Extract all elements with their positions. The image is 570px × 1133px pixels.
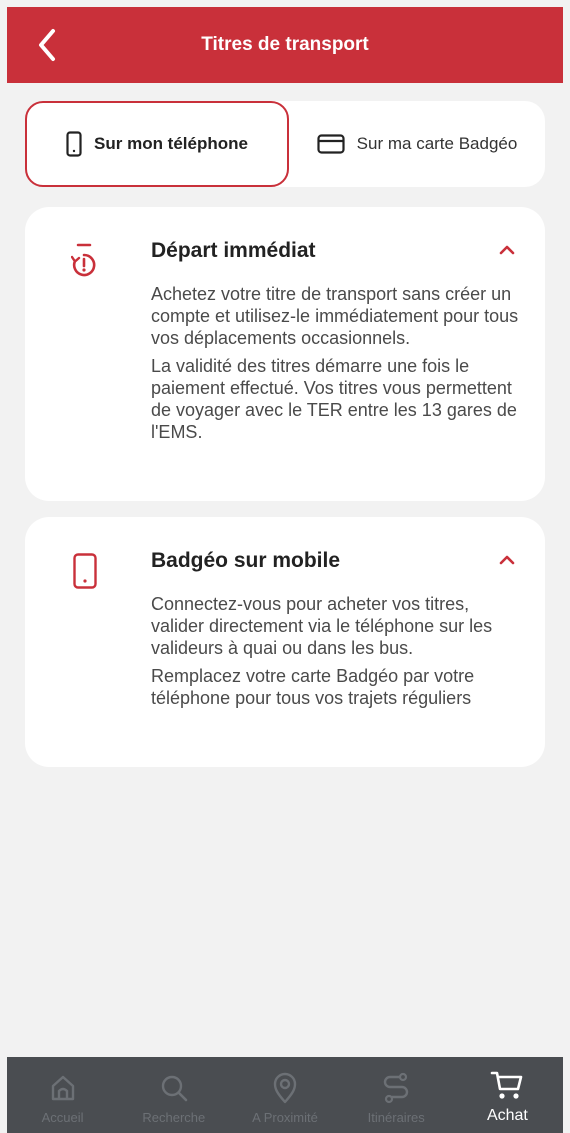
segment-card-option[interactable]: Sur ma carte Badgéo (289, 101, 545, 187)
top-bar: Titres de transport (7, 7, 563, 83)
segment-phone-option[interactable]: Sur mon téléphone (25, 101, 289, 187)
mobile-icon (73, 553, 97, 594)
tab-achat[interactable]: Achat (452, 1057, 563, 1133)
home-icon (48, 1070, 78, 1106)
tab-accueil[interactable]: Accueil (7, 1057, 118, 1133)
phone-icon (66, 131, 82, 157)
card-description: Achetez votre titre de transport sans cr… (151, 283, 525, 449)
chevron-up-icon (499, 555, 515, 565)
card-immediate-departure: Départ immédiat Achetez votre titre de t… (25, 207, 545, 501)
location-pin-icon (272, 1070, 298, 1106)
search-icon (159, 1070, 189, 1106)
card-title: Badgéo sur mobile (151, 549, 341, 572)
card-badgeo-mobile: Badgéo sur mobile Connectez-vous pour ac… (25, 517, 545, 767)
card-paragraph: Connectez-vous pour acheter vos titres, … (151, 594, 493, 658)
card-paragraph: La validité des titres démarre une fois … (151, 356, 517, 442)
timer-icon (70, 243, 97, 286)
page-title: Titres de transport (201, 34, 369, 55)
route-icon (381, 1070, 411, 1106)
card-paragraph: Achetez votre titre de transport sans cr… (151, 284, 519, 348)
app-screen: Titres de transport Sur mon téléphone Su… (7, 7, 563, 1133)
bottom-tab-bar: Accueil Recherche A Proximité Itinéraire… (7, 1057, 563, 1133)
tab-label: A Proximité (252, 1110, 318, 1125)
tab-a-proximite[interactable]: A Proximité (229, 1057, 340, 1133)
tab-recherche[interactable]: Recherche (118, 1057, 229, 1133)
card-description: Connectez-vous pour acheter vos titres, … (151, 593, 525, 715)
chevron-up-icon (499, 245, 515, 255)
segment-phone-label: Sur mon téléphone (94, 134, 248, 153)
tab-itineraires[interactable]: Itinéraires (341, 1057, 452, 1133)
card-title: Départ immédiat (151, 239, 316, 262)
tab-label: Recherche (142, 1110, 206, 1125)
card-icon (317, 134, 345, 154)
collapse-button[interactable] (499, 243, 515, 261)
purchase-mode-selector: Sur mon téléphone Sur ma carte Badgéo (25, 101, 545, 187)
collapse-button[interactable] (499, 553, 515, 571)
segment-card-label: Sur ma carte Badgéo (356, 134, 518, 153)
card-paragraph: Remplacez votre carte Badgéo par votre t… (151, 666, 475, 708)
tab-label: Achat (486, 1107, 528, 1124)
tab-label: Accueil (41, 1110, 84, 1125)
tab-label: Itinéraires (367, 1110, 425, 1125)
chevron-left-icon (39, 29, 55, 61)
back-button[interactable] (27, 25, 67, 65)
cart-icon (490, 1067, 524, 1103)
